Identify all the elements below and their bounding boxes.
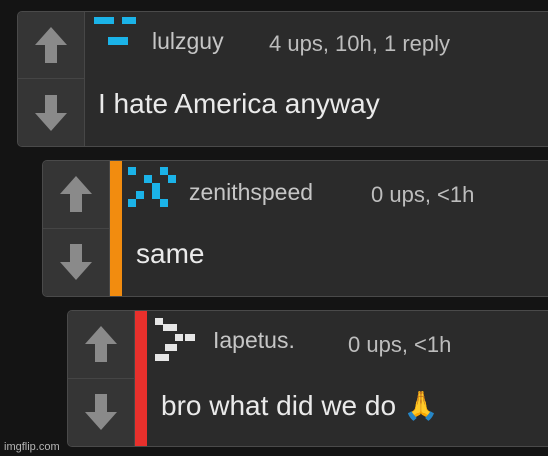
arrow-down-icon: [35, 94, 67, 131]
avatar-icon[interactable]: [94, 17, 146, 65]
comment-card: lulzguy 4 ups, 10h, 1 reply I hate Ameri…: [17, 11, 548, 147]
vote-column: [18, 12, 85, 146]
comment-card: zenithspeed 0 ups, <1h same: [42, 160, 548, 297]
downvote-button[interactable]: [43, 229, 109, 297]
comment-body: lulzguy 4 ups, 10h, 1 reply I hate Ameri…: [86, 12, 548, 146]
arrow-up-icon: [85, 326, 117, 363]
username-link[interactable]: zenithspeed: [189, 179, 313, 206]
comment-text: bro what did we do 🙏: [161, 390, 439, 421]
reply-thread-bar: [110, 161, 122, 296]
arrow-up-icon: [35, 27, 67, 63]
watermark: imgflip.com: [4, 441, 60, 453]
vote-column: [68, 311, 135, 446]
comment-meta: 0 ups, <1h: [348, 332, 452, 357]
reply-thread-bar: [135, 311, 147, 446]
upvote-button[interactable]: [68, 311, 134, 379]
arrow-down-icon: [85, 394, 117, 431]
downvote-button[interactable]: [18, 79, 84, 146]
username-link[interactable]: Iapetus.: [213, 327, 295, 354]
upvote-button[interactable]: [18, 12, 84, 79]
comment-body: zenithspeed 0 ups, <1h same: [122, 161, 548, 296]
arrow-down-icon: [60, 244, 92, 281]
comment-text: same: [136, 238, 205, 269]
comment-text: I hate America anyway: [98, 88, 380, 119]
upvote-button[interactable]: [43, 161, 109, 229]
avatar-icon[interactable]: [128, 167, 180, 215]
avatar-icon[interactable]: [155, 318, 207, 366]
comment-card: Iapetus. 0 ups, <1h bro what did we do 🙏: [67, 310, 548, 447]
downvote-button[interactable]: [68, 379, 134, 447]
vote-column: [43, 161, 110, 296]
comment-body: Iapetus. 0 ups, <1h bro what did we do 🙏: [147, 311, 548, 446]
arrow-up-icon: [60, 176, 92, 213]
username-link[interactable]: lulzguy: [152, 28, 224, 55]
comment-meta: 0 ups, <1h: [371, 182, 475, 207]
comment-meta: 4 ups, 10h, 1 reply: [269, 31, 451, 56]
